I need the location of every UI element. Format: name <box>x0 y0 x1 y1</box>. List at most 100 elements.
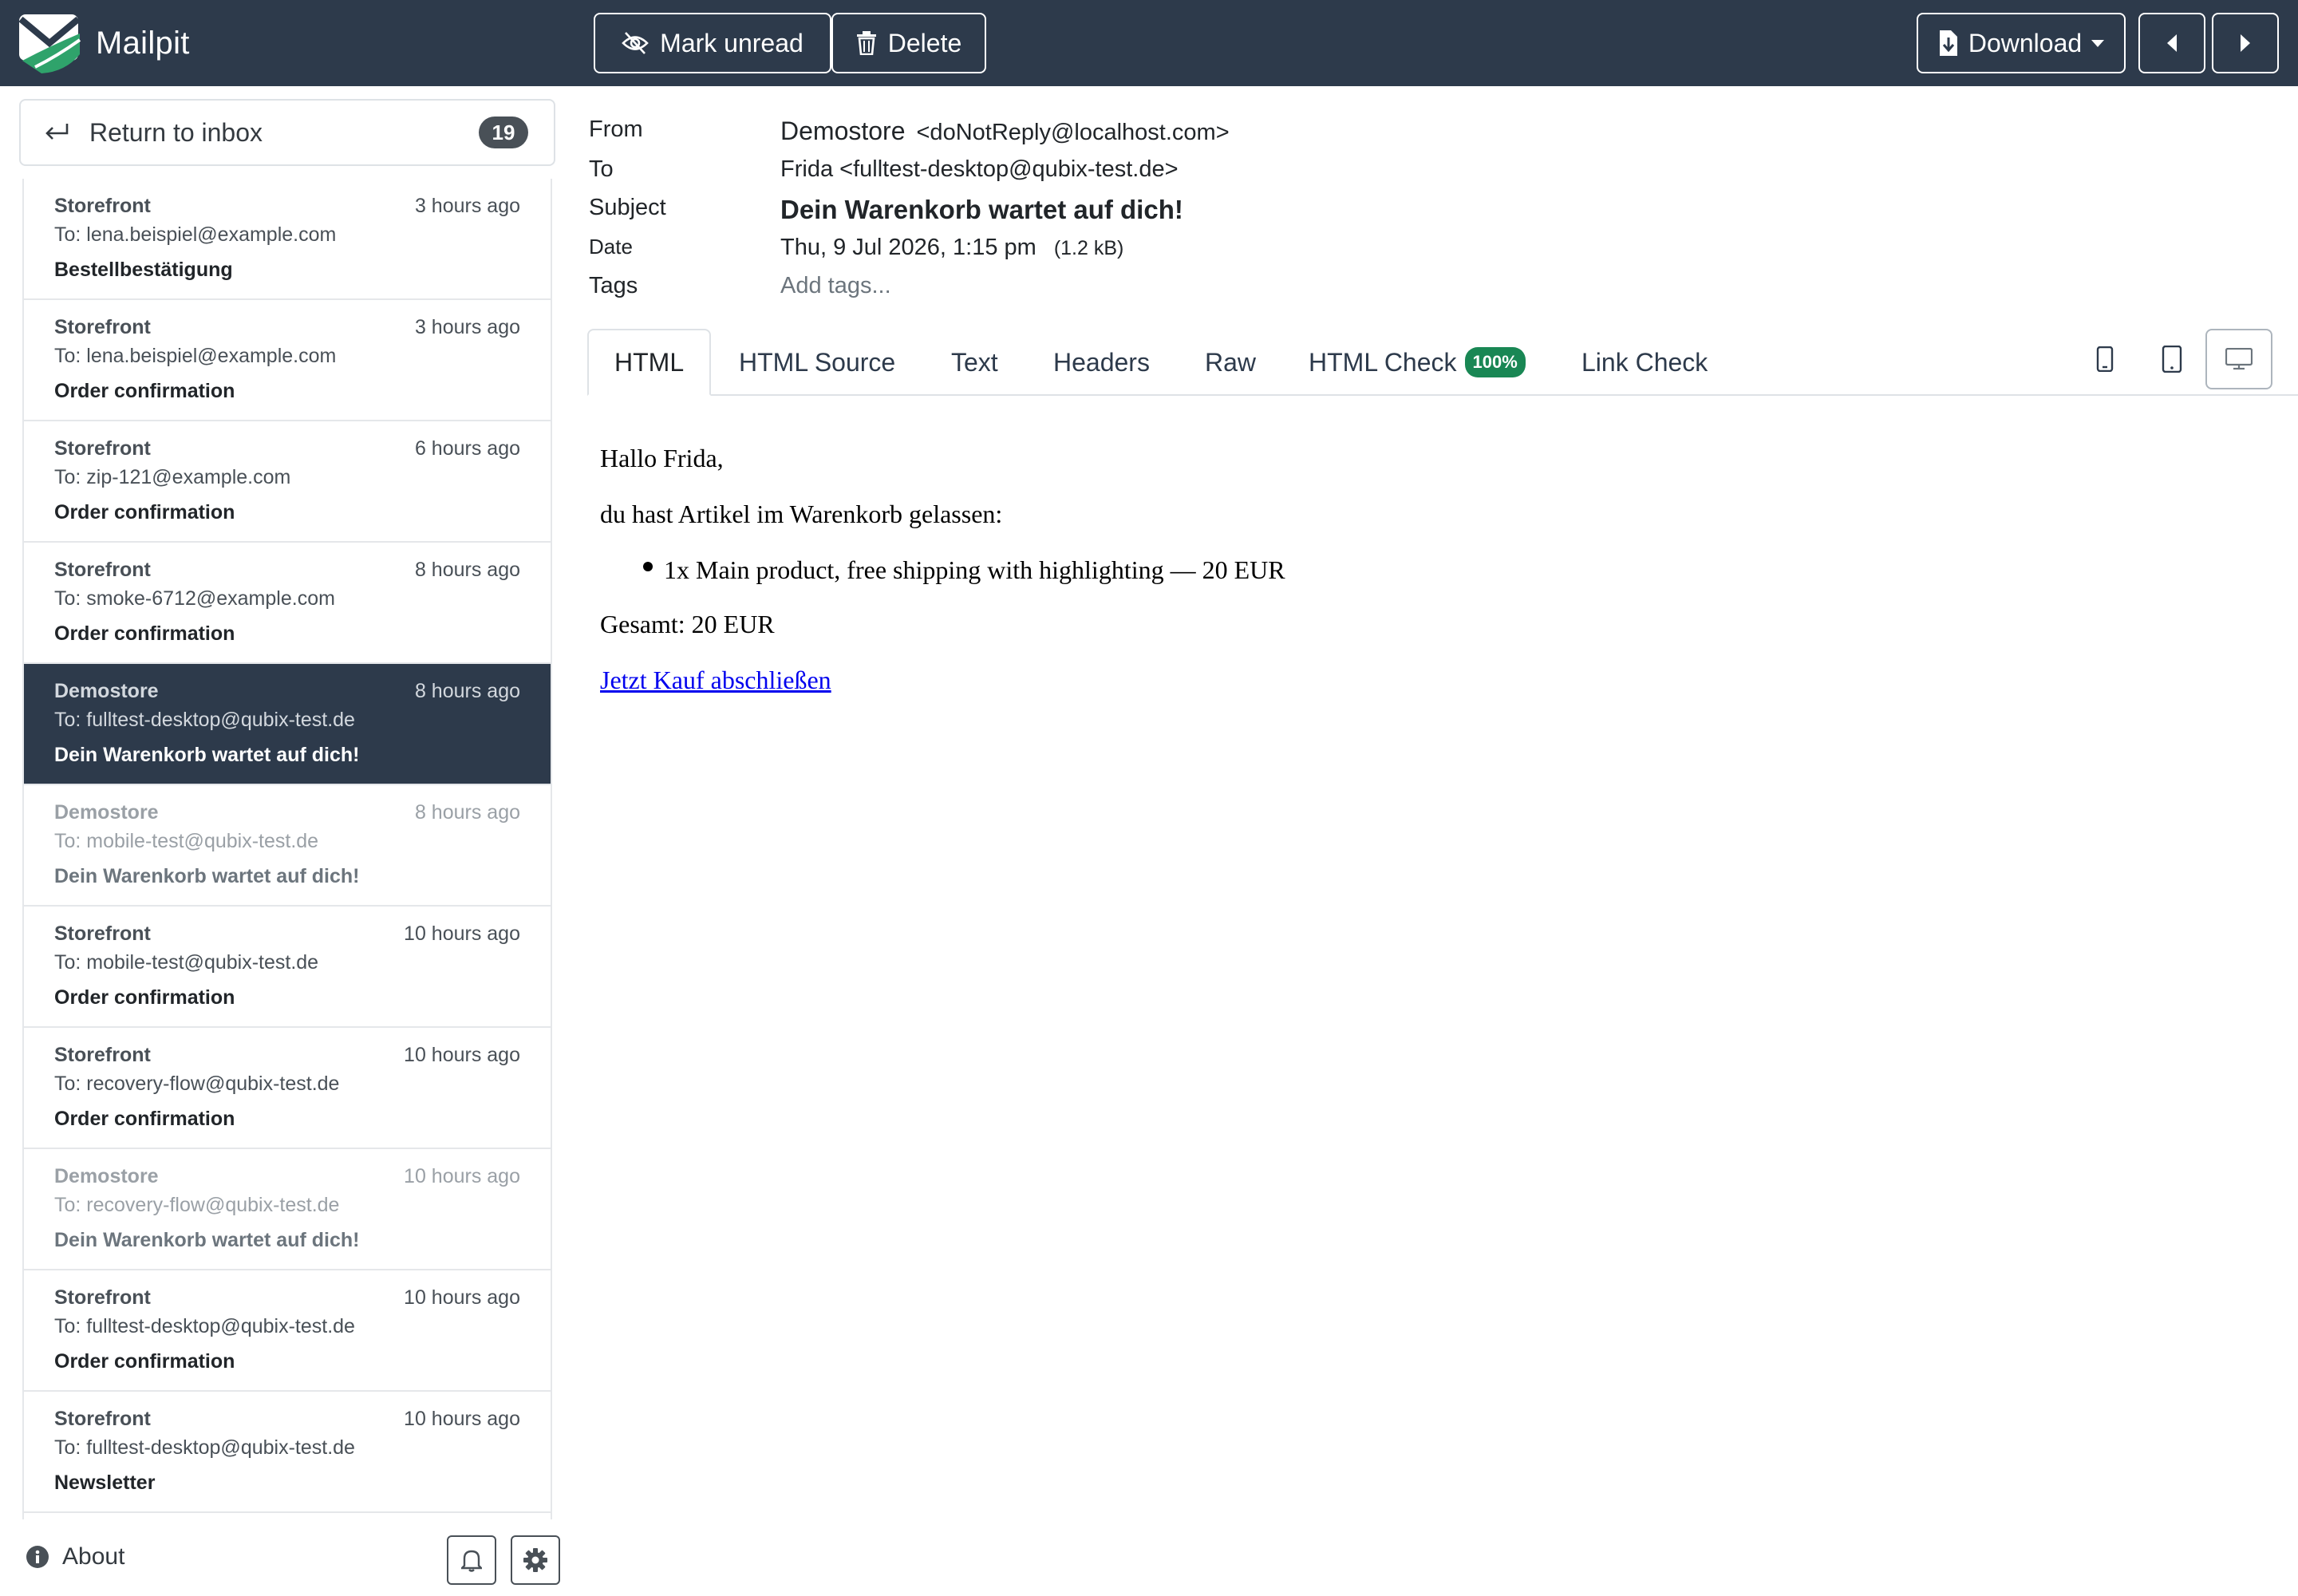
tab-html-source[interactable]: HTML Source <box>713 329 921 396</box>
message-time: 10 hours ago <box>404 1165 520 1187</box>
message-list-item[interactable]: Storefront 10 hours ago To: recovery-flo… <box>24 1028 551 1149</box>
about-label: About <box>62 1543 125 1570</box>
settings-button[interactable] <box>511 1535 560 1585</box>
message-to: To: zip-121@example.com <box>54 466 291 488</box>
message-time: 8 hours ago <box>414 680 520 702</box>
message-time: 8 hours ago <box>414 559 520 581</box>
top-navbar: Mailpit Mark unread Delete Download <box>0 0 2298 86</box>
date-text: Thu, 9 Jul 2026, 1:15 pm <box>780 235 1036 260</box>
message-list-item-active[interactable]: Demostore 8 hours ago To: fulltest-deskt… <box>24 664 551 785</box>
tab-html[interactable]: HTML <box>587 329 712 396</box>
download-dropdown-button[interactable]: Download <box>1917 13 2126 73</box>
email-intro: du hast Artikel im Warenkorb gelassen: <box>600 500 1003 528</box>
subject-value: Dein Warenkorb wartet auf dich! <box>780 195 1183 224</box>
message-from: Storefront <box>54 559 151 581</box>
to-value[interactable]: Frida <fulltest-desktop@qubix-test.de> <box>780 156 1179 183</box>
message-to: To: recovery-flow@qubix-test.de <box>54 1073 340 1095</box>
tab-html-source-label: HTML Source <box>739 347 896 377</box>
date-value: Thu, 9 Jul 2026, 1:15 pm (1.2 kB) <box>780 235 1123 261</box>
message-from: Storefront <box>54 1408 151 1430</box>
mark-unread-label: Mark unread <box>660 28 804 57</box>
chevron-down-icon <box>2091 39 2105 47</box>
message-subject: Bestellbestätigung <box>54 259 233 281</box>
message-subject: Order confirmation <box>54 1108 235 1130</box>
message-subject: Order confirmation <box>54 501 235 523</box>
message-subject: Order confirmation <box>54 986 235 1009</box>
message-time: 3 hours ago <box>414 316 520 338</box>
delete-button[interactable]: Delete <box>831 13 986 73</box>
message-list-item[interactable]: Storefront 3 hours ago To: lena.beispiel… <box>24 179 551 300</box>
message-list-item[interactable]: Storefront 3 hours ago To: lena.beispiel… <box>24 300 551 421</box>
tags-input[interactable]: Add tags... <box>780 273 891 299</box>
sidebar-footer: About <box>0 1524 574 1596</box>
message-subject: Order confirmation <box>54 622 235 645</box>
html-check-score-badge: 100% <box>1464 347 1526 377</box>
message-size: (1.2 kB) <box>1053 237 1124 259</box>
message-time: 8 hours ago <box>414 801 520 824</box>
tab-html-check-label: HTML Check <box>1309 347 1457 377</box>
trash-icon <box>856 31 876 55</box>
message-to: To: lena.beispiel@example.com <box>54 223 337 246</box>
message-list-item[interactable]: Storefront 8 hours ago To: smoke-6712@ex… <box>24 543 551 664</box>
brand[interactable]: Mailpit <box>18 11 190 75</box>
message-subject: Dein Warenkorb wartet auf dich! <box>54 744 360 766</box>
next-message-button[interactable] <box>2212 13 2279 73</box>
message-time: 10 hours ago <box>404 1044 520 1066</box>
message-list-item[interactable]: Demostore 8 hours ago To: mobile-test@qu… <box>24 785 551 907</box>
message-to: To: mobile-test@qubix-test.de <box>54 830 319 852</box>
message-list-item[interactable]: Demostore 10 hours ago To: recovery-flow… <box>24 1149 551 1270</box>
from-label: From <box>589 117 643 142</box>
tab-headers[interactable]: Headers <box>1028 329 1175 396</box>
message-list-item[interactable]: Storefront 6 hours ago To: zip-121@examp… <box>24 421 551 543</box>
message-time: 10 hours ago <box>404 1408 520 1430</box>
return-to-inbox-button[interactable]: Return to inbox 19 <box>19 99 555 166</box>
return-to-inbox-label: Return to inbox <box>89 117 263 147</box>
message-from: Demostore <box>54 680 159 702</box>
download-label: Download <box>1968 28 2083 57</box>
mark-unread-button[interactable]: Mark unread <box>594 13 831 73</box>
tab-link-check[interactable]: Link Check <box>1556 329 1733 396</box>
sender-address[interactable]: <doNotReply@localhost.com> <box>917 120 1230 145</box>
message-time: 6 hours ago <box>414 437 520 460</box>
view-phone-button[interactable] <box>2071 329 2138 389</box>
unread-count-badge: 19 <box>479 117 528 148</box>
message-time: 3 hours ago <box>414 195 520 217</box>
notifications-button[interactable] <box>447 1535 496 1585</box>
message-subject: Order confirmation <box>54 380 235 402</box>
tab-raw[interactable]: Raw <box>1179 329 1281 396</box>
message-from: Demostore <box>54 801 159 824</box>
tab-headers-label: Headers <box>1053 347 1150 377</box>
message-to: To: smoke-6712@example.com <box>54 587 335 610</box>
tab-link-check-label: Link Check <box>1581 347 1708 377</box>
tablet-icon <box>2162 346 2182 373</box>
message-from: Demostore <box>54 1165 159 1187</box>
delete-label: Delete <box>887 28 962 57</box>
eye-slash-icon <box>622 32 650 54</box>
about-link[interactable]: About <box>26 1543 124 1570</box>
previous-message-button[interactable] <box>2138 13 2205 73</box>
phone-icon <box>2096 346 2114 372</box>
tab-text-label: Text <box>951 347 998 377</box>
app-name: Mailpit <box>96 25 190 61</box>
view-tablet-button[interactable] <box>2138 329 2205 389</box>
message-list[interactable]: Storefront 3 hours ago To: lena.beispiel… <box>22 179 552 1519</box>
view-desktop-button[interactable] <box>2205 329 2272 389</box>
sender-name[interactable]: Demostore <box>780 117 906 145</box>
message-time: 10 hours ago <box>404 922 520 945</box>
tab-text[interactable]: Text <box>926 329 1024 396</box>
message-list-item[interactable]: Storefront 10 hours ago To: fulltest-des… <box>24 1270 551 1392</box>
tab-raw-label: Raw <box>1205 347 1257 377</box>
message-list-item[interactable]: Storefront 10 hours ago To: fulltest-des… <box>24 1392 551 1513</box>
tags-label: Tags <box>589 273 638 298</box>
file-download-icon <box>1939 30 1957 56</box>
desktop-icon <box>2225 348 2253 370</box>
message-from: Storefront <box>54 316 151 338</box>
message-list-item[interactable]: Storefront 10 hours ago To: mobile-test@… <box>24 907 551 1028</box>
email-total: Gesamt: 20 EUR <box>600 610 775 638</box>
message-to: To: fulltest-desktop@qubix-test.de <box>54 709 355 731</box>
checkout-link[interactable]: Jetzt Kauf abschließen <box>600 666 831 694</box>
bell-icon <box>461 1550 482 1572</box>
message-time: 10 hours ago <box>404 1286 520 1309</box>
gear-icon <box>523 1548 547 1572</box>
tab-html-check[interactable]: HTML Check 100% <box>1283 329 1551 396</box>
